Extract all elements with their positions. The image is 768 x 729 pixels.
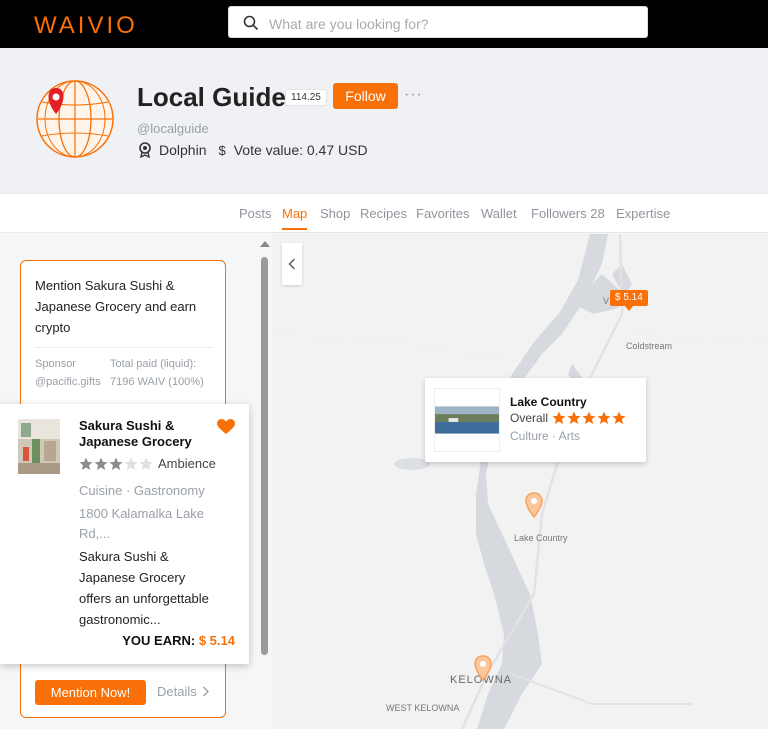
- profile-stats: Dolphin $ Vote value: 0.47 USD: [137, 142, 368, 158]
- object-address: 1800 Kalamalka Lake Rd,...: [79, 506, 205, 541]
- popup-rating-row: Overall: [510, 411, 627, 425]
- tab-followers[interactable]: Followers 28: [531, 206, 605, 221]
- top-bar: WAIVIO: [0, 0, 768, 48]
- profile-tabs: Posts Map Shop Recipes Favorites Wallet …: [0, 193, 768, 233]
- lake-photo: [434, 388, 500, 452]
- price-pin[interactable]: $ 5.14: [610, 290, 648, 311]
- map-label-west-kelowna: WEST KELOWNA: [386, 703, 460, 713]
- restaurant-photo: [18, 419, 60, 474]
- profile-handle: @localguide: [137, 121, 209, 136]
- rating-label: Ambience: [158, 456, 216, 471]
- star-icon: [552, 411, 566, 424]
- star-icon: [567, 411, 581, 424]
- campaign-title: Mention Sakura Sushi & Japanese Grocery …: [35, 278, 197, 335]
- search-box[interactable]: [228, 6, 648, 38]
- star-icon: [139, 457, 153, 470]
- object-name[interactable]: Sakura Sushi & Japanese Grocery: [79, 418, 219, 450]
- globe-pin-avatar: [36, 80, 114, 158]
- popup-category: Culture · Arts: [510, 429, 581, 443]
- award-icon: [139, 142, 151, 158]
- scrollbar-thumb[interactable]: [261, 257, 268, 655]
- star-icon: [612, 411, 626, 424]
- divider: [35, 347, 213, 348]
- earn-value: $ 5.14: [198, 633, 235, 648]
- earn-label: YOU EARN:: [122, 633, 196, 648]
- mention-now-button[interactable]: Mention Now!: [35, 680, 146, 705]
- more-options-icon[interactable]: ···: [404, 86, 423, 104]
- object-description: Sakura Sushi & Japanese Grocery offers a…: [79, 549, 209, 627]
- tab-wallet[interactable]: Wallet: [481, 206, 517, 221]
- vote-value: Vote value: 0.47 USD: [233, 142, 368, 158]
- scroll-up-arrow-icon[interactable]: [260, 241, 270, 247]
- sponsor-link[interactable]: @pacific.gifts: [35, 376, 101, 388]
- tab-map[interactable]: Map: [282, 206, 308, 230]
- map-label-v: V: [603, 296, 610, 306]
- star-icon: [79, 457, 93, 470]
- tab-favorites[interactable]: Favorites: [416, 206, 469, 221]
- popup-title[interactable]: Lake Country: [510, 395, 587, 409]
- map-popup-card[interactable]: Lake Country Overall Culture · Arts: [425, 378, 646, 462]
- map-label-lake-country: Lake Country: [514, 533, 568, 543]
- ambience-rating: [79, 457, 154, 471]
- star-icon: [109, 457, 123, 470]
- star-icon: [582, 411, 596, 424]
- overall-label: Overall: [510, 411, 549, 425]
- tab-posts[interactable]: Posts: [239, 206, 272, 221]
- tab-expertise[interactable]: Expertise: [616, 206, 670, 221]
- object-category: Cuisine · Gastronomy: [79, 483, 205, 498]
- profile-header: Local Guide 114.25 Follow ··· @localguid…: [0, 48, 768, 193]
- map-label-coldstream: Coldstream: [626, 341, 673, 351]
- overall-rating: [552, 411, 627, 425]
- heart-icon[interactable]: [217, 419, 235, 435]
- tab-shop[interactable]: Shop: [320, 206, 350, 221]
- reputation-badge: 114.25: [285, 89, 327, 106]
- chevron-right-icon: [203, 686, 210, 697]
- search-input[interactable]: [267, 11, 641, 37]
- earn-amount: YOU EARN: $ 5.14: [122, 633, 235, 648]
- total-paid-label: Total paid (liquid):: [110, 358, 197, 370]
- chevron-left-icon: [288, 258, 295, 270]
- waivio-logo[interactable]: WAIVIO: [34, 12, 138, 40]
- details-link[interactable]: Details: [157, 684, 210, 699]
- star-icon: [597, 411, 611, 424]
- tab-recipes[interactable]: Recipes: [360, 206, 407, 221]
- map-marker-icon[interactable]: [474, 655, 492, 681]
- map-canvas[interactable]: [272, 234, 768, 729]
- star-icon: [94, 457, 108, 470]
- search-icon: [243, 15, 259, 31]
- object-card[interactable]: Sakura Sushi & Japanese Grocery Ambience…: [0, 404, 249, 664]
- follow-button[interactable]: Follow: [333, 83, 398, 109]
- profile-name: Local Guide: [137, 82, 286, 112]
- sponsor-label: Sponsor: [35, 358, 76, 370]
- collapse-panel-button[interactable]: [282, 243, 302, 285]
- total-paid-value: 7196 WAIV (100%): [110, 376, 204, 388]
- map-marker-icon[interactable]: [525, 492, 543, 518]
- rank-label: Dolphin: [159, 142, 207, 158]
- details-label: Details: [157, 684, 197, 699]
- dollar-icon: $: [218, 142, 226, 158]
- star-icon: [124, 457, 138, 470]
